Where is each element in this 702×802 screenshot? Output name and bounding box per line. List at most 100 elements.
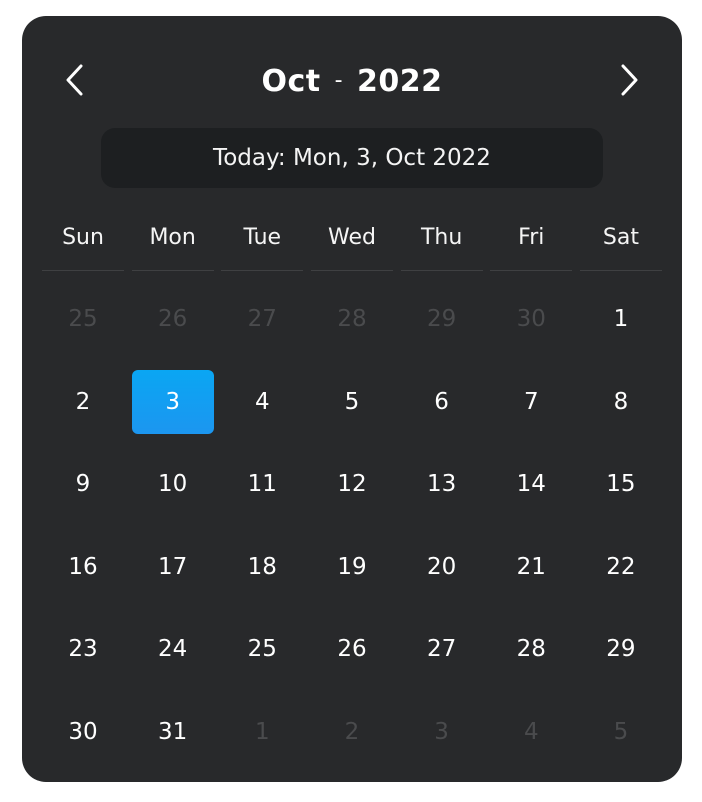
day-cell[interactable]: 6 <box>401 361 483 444</box>
day-cell[interactable]: 17 <box>132 526 214 609</box>
day-cell[interactable]: 7 <box>490 361 572 444</box>
day-cell-outside-month[interactable]: 2 <box>311 691 393 774</box>
day-label: 18 <box>247 553 277 580</box>
day-cell[interactable]: 25 <box>221 608 303 691</box>
day-cell[interactable]: 8 <box>580 361 662 444</box>
day-label: 3 <box>131 369 214 434</box>
day-cell[interactable]: 23 <box>42 608 124 691</box>
day-label: 4 <box>523 718 539 745</box>
day-label: 10 <box>158 471 188 498</box>
year-label[interactable]: 2022 <box>357 64 443 99</box>
month-label[interactable]: Oct <box>261 64 320 99</box>
day-cell[interactable]: 27 <box>401 608 483 691</box>
days-grid: 25 26 27 28 29 30 1 2 3 4 5 6 7 8 9 10 11 12 13 14 15 16 17 18 1… <box>42 278 662 773</box>
day-cell-selected[interactable]: 3 <box>131 361 214 444</box>
day-label: 23 <box>68 636 98 663</box>
day-cell[interactable]: 9 <box>42 443 124 526</box>
month-year-title: Oct -2022 <box>22 60 682 107</box>
day-label: 26 <box>337 636 367 663</box>
day-label: 17 <box>158 553 188 580</box>
day-label: 5 <box>613 718 629 745</box>
day-cell-outside-month[interactable]: 25 <box>42 278 124 361</box>
weekday-tue: Tue <box>221 216 304 271</box>
day-label: 2 <box>344 718 360 745</box>
day-label: 30 <box>516 306 546 333</box>
day-label: 7 <box>523 388 539 415</box>
day-label: 28 <box>516 636 546 663</box>
day-label: 31 <box>158 718 188 745</box>
day-cell[interactable]: 21 <box>490 526 572 609</box>
day-cell[interactable]: 26 <box>311 608 393 691</box>
day-cell-outside-month[interactable]: 4 <box>490 691 572 774</box>
day-cell[interactable]: 30 <box>42 691 124 774</box>
day-cell[interactable]: 19 <box>311 526 393 609</box>
weekday-sat: Sat <box>579 216 662 271</box>
day-cell-outside-month[interactable]: 5 <box>580 691 662 774</box>
day-label: 30 <box>68 718 98 745</box>
day-cell[interactable]: 18 <box>221 526 303 609</box>
day-cell-outside-month[interactable]: 27 <box>221 278 303 361</box>
day-cell[interactable]: 20 <box>401 526 483 609</box>
day-cell[interactable]: 24 <box>132 608 214 691</box>
day-label: 2 <box>75 388 91 415</box>
day-cell[interactable]: 12 <box>311 443 393 526</box>
day-label: 25 <box>68 306 98 333</box>
title-separator: - <box>334 68 344 93</box>
day-label: 19 <box>337 553 367 580</box>
day-cell-outside-month[interactable]: 30 <box>490 278 572 361</box>
day-cell[interactable]: 1 <box>580 278 662 361</box>
day-cell[interactable]: 31 <box>132 691 214 774</box>
day-label: 21 <box>516 553 546 580</box>
weekday-header: Sun Mon Tue Wed Thu Fri Sat <box>42 216 662 271</box>
day-label: 16 <box>68 553 98 580</box>
weekday-sun: Sun <box>42 216 124 271</box>
day-label: 29 <box>606 636 636 663</box>
day-cell[interactable]: 15 <box>580 443 662 526</box>
day-label: 12 <box>337 471 367 498</box>
day-cell-outside-month[interactable]: 3 <box>401 691 483 774</box>
day-cell[interactable]: 16 <box>42 526 124 609</box>
day-label: 1 <box>613 306 629 333</box>
day-label: 14 <box>516 471 546 498</box>
day-cell-outside-month[interactable]: 1 <box>221 691 303 774</box>
weekday-wed: Wed <box>310 216 393 271</box>
day-label: 29 <box>426 306 457 333</box>
day-label: 26 <box>158 306 188 333</box>
day-label: 13 <box>426 471 457 498</box>
today-button[interactable]: Today: Mon, 3, Oct 2022 <box>101 128 603 188</box>
day-cell[interactable]: 5 <box>311 361 393 444</box>
day-label: 24 <box>158 636 188 663</box>
day-label: 22 <box>606 553 636 580</box>
day-cell[interactable]: 14 <box>490 443 572 526</box>
day-label: 27 <box>247 306 277 333</box>
day-cell[interactable]: 13 <box>401 443 483 526</box>
day-cell-outside-month[interactable]: 28 <box>311 278 393 361</box>
day-cell[interactable]: 11 <box>221 443 303 526</box>
day-cell[interactable]: 4 <box>221 361 303 444</box>
day-cell-outside-month[interactable]: 26 <box>132 278 214 361</box>
day-label: 1 <box>254 718 270 745</box>
day-label: 3 <box>434 718 449 745</box>
day-label: 15 <box>606 471 636 498</box>
day-label: 20 <box>426 553 457 580</box>
day-label: 8 <box>613 388 629 415</box>
day-label: 5 <box>344 388 360 415</box>
next-month-button[interactable] <box>610 60 650 100</box>
day-cell[interactable]: 29 <box>580 608 662 691</box>
day-cell[interactable]: 2 <box>42 361 124 444</box>
day-cell[interactable]: 22 <box>580 526 662 609</box>
weekday-mon: Mon <box>131 216 214 271</box>
day-cell[interactable]: 28 <box>490 608 572 691</box>
chevron-right-icon <box>621 64 638 96</box>
weekday-thu: Thu <box>400 216 483 271</box>
day-label: 25 <box>247 636 277 663</box>
weekday-fri: Fri <box>490 216 573 271</box>
day-cell[interactable]: 10 <box>132 443 214 526</box>
day-label: 4 <box>254 388 270 415</box>
calendar: Oct -2022 Today: Mon, 3, Oct 2022 Sun Mon T… <box>22 16 682 782</box>
day-label: 6 <box>434 388 449 415</box>
day-label: 9 <box>75 471 91 498</box>
day-cell-outside-month[interactable]: 29 <box>401 278 483 361</box>
day-label: 11 <box>247 471 277 498</box>
day-label: 27 <box>426 636 457 663</box>
